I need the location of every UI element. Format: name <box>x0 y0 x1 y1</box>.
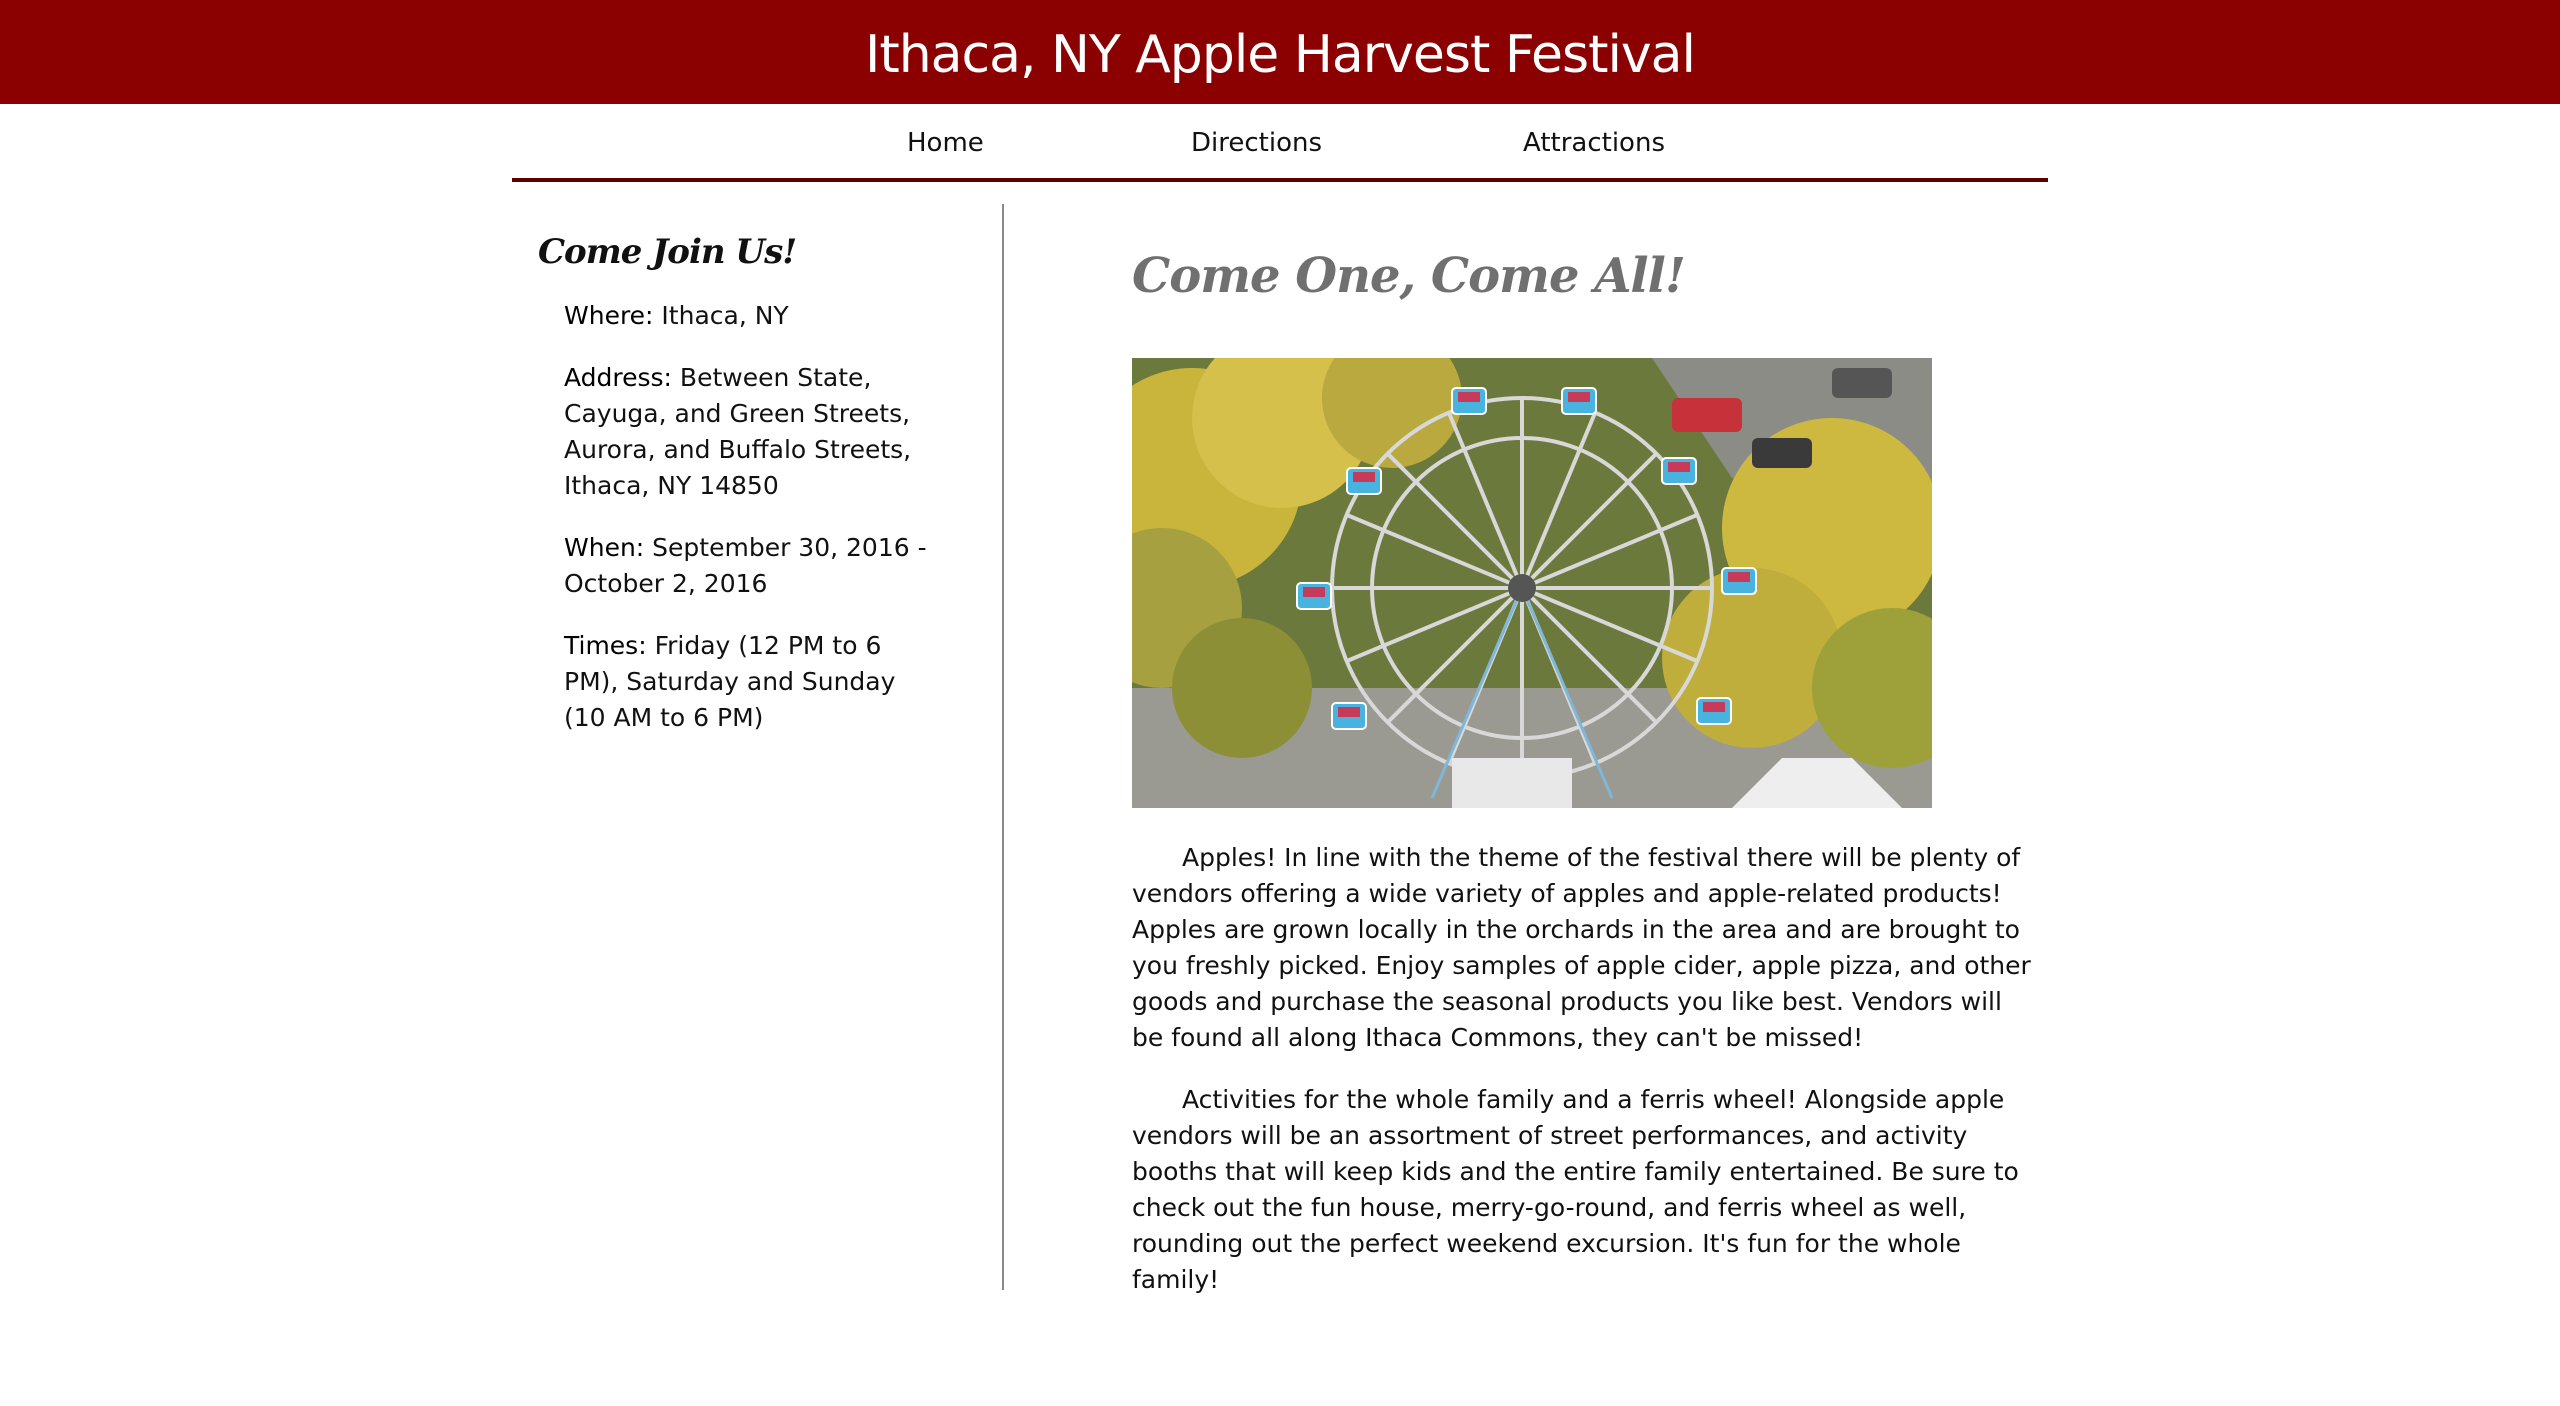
column-divider <box>1002 204 1004 1290</box>
nav-link-home[interactable]: Home <box>907 128 984 158</box>
ferris-wheel-photo <box>1132 358 1932 808</box>
where-info: Where: Ithaca, NY <box>564 298 934 334</box>
nav-link-attractions[interactable]: Attractions <box>1523 128 1665 158</box>
address-info: Address: Between State, Cayuga, and Gree… <box>564 360 934 504</box>
when-info: When: September 30, 2016 - October 2, 20… <box>564 530 934 602</box>
address-label: Address: <box>564 363 672 392</box>
main-heading: Come One, Come All! <box>1132 248 1686 304</box>
main-content: Come One, Come All! Apples! In line with… <box>1132 248 2032 1294</box>
times-info: Times: Friday (12 PM to 6 PM), Saturday … <box>564 628 934 736</box>
when-label: When: <box>564 533 645 562</box>
paragraph-activities: Activities for the whole family and a fe… <box>1132 1085 2019 1294</box>
times-label: Times: <box>564 631 647 660</box>
main-nav: Home Directions Attractions <box>512 104 2048 182</box>
nav-link-directions[interactable]: Directions <box>1191 128 1322 158</box>
where-label: Where: <box>564 301 654 330</box>
site-title: Ithaca, NY Apple Harvest Festival <box>864 25 1696 85</box>
description: Apples! In line with the theme of the fe… <box>1132 840 2032 1324</box>
paragraph-apples: Apples! In line with the theme of the fe… <box>1132 843 2031 1052</box>
sidebar: Come Join Us! Where: Ithaca, NY Address:… <box>538 232 938 762</box>
sidebar-heading: Come Join Us! <box>538 232 797 272</box>
site-header: Ithaca, NY Apple Harvest Festival <box>0 0 2560 104</box>
where-value: Ithaca, NY <box>653 301 789 330</box>
